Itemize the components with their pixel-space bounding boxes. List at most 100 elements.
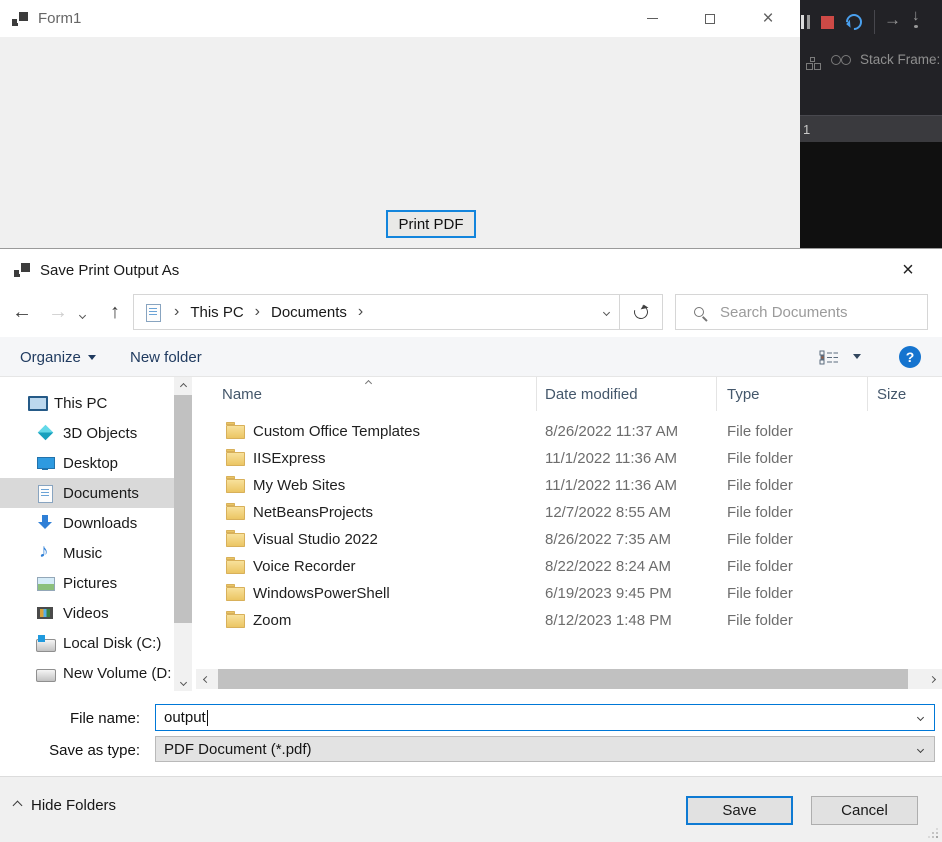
scroll-down-arrow[interactable]: [174, 673, 192, 691]
save-as-type-select[interactable]: PDF Document (*.pdf): [155, 736, 935, 762]
views-chevron[interactable]: [853, 354, 861, 359]
folder-icon: [226, 506, 245, 520]
back-button[interactable]: ←: [8, 298, 36, 326]
file-row[interactable]: My Web Sites 11/1/2022 11:36 AM File fol…: [196, 472, 942, 499]
form-app-icon: [12, 12, 28, 26]
hide-folders-button[interactable]: Hide Folders: [14, 797, 116, 814]
sidebar-item-icon: [35, 453, 55, 473]
column-type[interactable]: Type: [717, 377, 868, 411]
search-input[interactable]: Search Documents: [675, 294, 928, 330]
sidebar-item[interactable]: Desktop: [0, 448, 174, 478]
file-type: File folder: [727, 558, 793, 575]
text-cursor: [207, 710, 208, 726]
save-as-type-chevron[interactable]: [917, 745, 924, 752]
cancel-button[interactable]: Cancel: [811, 796, 918, 825]
maximize-button[interactable]: [687, 0, 733, 37]
pause-icon[interactable]: [801, 15, 810, 29]
scroll-right-arrow[interactable]: [922, 669, 942, 689]
save-as-type-value: PDF Document (*.pdf): [164, 741, 312, 758]
help-button[interactable]: ?: [899, 346, 921, 368]
sidebar-item-icon: [35, 543, 55, 563]
dialog-close-button[interactable]: ×: [886, 249, 930, 291]
sidebar-item-label: New Volume (D:: [63, 665, 171, 682]
close-icon: ×: [902, 259, 914, 282]
sidebar-item[interactable]: Pictures: [0, 568, 174, 598]
horizontal-scrollbar-thumb[interactable]: [218, 669, 908, 689]
file-name: Zoom: [253, 612, 291, 629]
sidebar-scrollbar[interactable]: [174, 377, 192, 691]
vertical-scrollbar-thumb[interactable]: [174, 395, 192, 623]
recent-locations-chevron[interactable]: [80, 305, 85, 323]
sidebar-item[interactable]: Documents: [0, 478, 174, 508]
dialog-titlebar[interactable]: Save Print Output As: [0, 249, 942, 291]
sidebar-item[interactable]: 3D Objects: [0, 418, 174, 448]
print-pdf-button[interactable]: Print PDF: [386, 210, 476, 238]
address-dropdown-chevron[interactable]: [593, 310, 619, 315]
sidebar-item[interactable]: Videos: [0, 598, 174, 628]
form1-titlebar[interactable]: Form1 ×: [0, 0, 800, 37]
save-button[interactable]: Save: [686, 796, 793, 825]
sidebar-item[interactable]: Downloads: [0, 508, 174, 538]
sidebar-item-icon: [35, 513, 55, 533]
stop-debugging-icon[interactable]: [821, 16, 834, 29]
change-view-button[interactable]: [819, 350, 839, 365]
organize-caret-icon: [88, 355, 96, 360]
sidebar-item-label: Pictures: [63, 575, 117, 592]
file-row[interactable]: Custom Office Templates 8/26/2022 11:37 …: [196, 418, 942, 445]
file-date-modified: 8/26/2022 11:37 AM: [545, 423, 678, 440]
file-row[interactable]: Visual Studio 2022 8/26/2022 7:35 AM Fil…: [196, 526, 942, 553]
file-date-modified: 12/7/2022 8:55 AM: [545, 504, 671, 521]
step-over-icon[interactable]: →: [884, 10, 901, 30]
help-icon: ?: [906, 349, 915, 365]
column-name[interactable]: Name: [196, 377, 537, 411]
filename-section: File name: output Save as type: PDF Docu…: [0, 691, 942, 776]
new-folder-button[interactable]: New folder: [130, 337, 202, 377]
horizontal-scrollbar[interactable]: [196, 669, 942, 689]
documents-icon: [143, 302, 163, 322]
file-date-modified: 6/19/2023 9:45 PM: [545, 585, 672, 602]
folder-icon: [226, 587, 245, 601]
vs-debug-area: → ↓ Stack Frame: 1: [800, 0, 942, 248]
sidebar-item[interactable]: Music: [0, 538, 174, 568]
file-row[interactable]: IISExpress 11/1/2022 11:36 AM File folde…: [196, 445, 942, 472]
dialog-footer: Hide Folders Save Cancel: [0, 776, 942, 842]
chevron-up-icon: [13, 801, 23, 811]
file-row[interactable]: Voice Recorder 8/22/2022 8:24 AM File fo…: [196, 553, 942, 580]
watch-glasses-icon[interactable]: [831, 55, 851, 64]
file-name: Custom Office Templates: [253, 423, 420, 440]
address-bar[interactable]: › This PC › Documents ›: [133, 294, 620, 330]
step-into-icon[interactable]: ↓: [912, 7, 920, 28]
sidebar-item[interactable]: This PC: [0, 388, 174, 418]
file-name: Voice Recorder: [253, 558, 356, 575]
organize-button[interactable]: Organize: [20, 337, 96, 377]
file-row[interactable]: WindowsPowerShell 6/19/2023 9:45 PM File…: [196, 580, 942, 607]
breadcrumb-chevron-icon[interactable]: ›: [255, 304, 260, 320]
forward-button[interactable]: →: [44, 298, 72, 326]
file-name-dropdown-chevron[interactable]: [917, 714, 924, 721]
file-row[interactable]: Zoom 8/12/2023 1:48 PM File folder: [196, 607, 942, 634]
resize-grip[interactable]: [936, 836, 938, 838]
dialog-title: Save Print Output As: [40, 262, 179, 279]
refresh-button[interactable]: [619, 294, 663, 330]
refresh-icon: [631, 302, 650, 321]
restart-icon[interactable]: [843, 11, 866, 34]
file-name-input[interactable]: output: [155, 704, 935, 731]
debug-location-dropdown[interactable]: 1: [800, 115, 942, 142]
up-button[interactable]: ↑: [101, 298, 129, 326]
breadcrumb-chevron-icon[interactable]: ›: [174, 304, 179, 320]
scroll-up-arrow[interactable]: [174, 377, 192, 395]
breadcrumb-documents[interactable]: Documents: [271, 304, 347, 321]
close-button[interactable]: ×: [745, 0, 791, 37]
process-icon[interactable]: [810, 57, 815, 62]
column-size[interactable]: Size: [868, 377, 942, 411]
breadcrumb-chevron-icon[interactable]: ›: [358, 304, 363, 320]
minimize-button[interactable]: [629, 0, 675, 37]
sidebar-item-icon: [26, 393, 46, 413]
file-row[interactable]: NetBeansProjects 12/7/2022 8:55 AM File …: [196, 499, 942, 526]
scroll-left-arrow[interactable]: [196, 669, 216, 689]
column-date-modified[interactable]: Date modified: [537, 377, 717, 411]
breadcrumb-this-pc[interactable]: This PC: [190, 304, 243, 321]
file-date-modified: 8/26/2022 7:35 AM: [545, 531, 671, 548]
sidebar-item[interactable]: New Volume (D:: [0, 658, 174, 688]
sidebar-item[interactable]: Local Disk (C:): [0, 628, 174, 658]
